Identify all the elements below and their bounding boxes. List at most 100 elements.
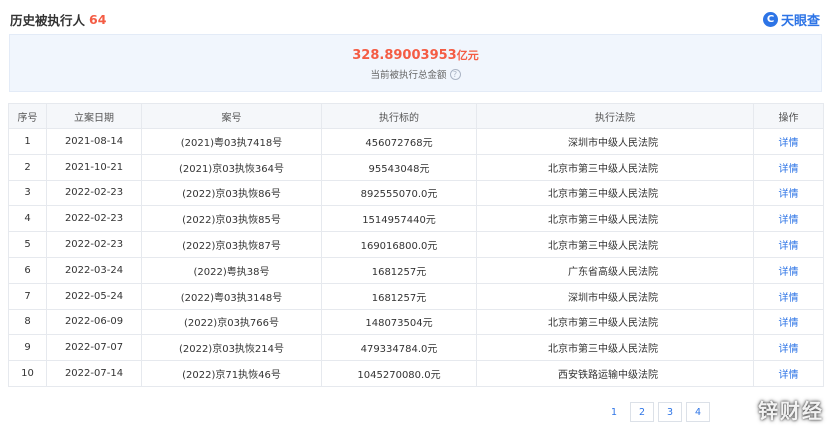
- cell-no: 8: [8, 308, 47, 336]
- cell-date: 2022-07-14: [46, 360, 142, 387]
- cell-action: 详情: [753, 128, 824, 155]
- cell-amount: 148073504元: [321, 308, 477, 336]
- cell-action: 详情: [753, 360, 824, 387]
- cell-amount: 169016800.0元: [321, 231, 477, 258]
- help-icon[interactable]: ?: [449, 68, 461, 80]
- cell-date: 2022-07-07: [46, 334, 142, 362]
- total-amount-value: 328.89003953: [352, 48, 457, 63]
- cell-case: (2022)京03执恢86号: [141, 179, 322, 207]
- cell-amount: 1681257元: [321, 256, 477, 284]
- cell-court: 北京市第三中级人民法院: [476, 308, 754, 336]
- cell-court: 西安铁路运输中级法院: [476, 360, 754, 387]
- cell-amount: 1681257元: [321, 282, 477, 310]
- table-row: 4 2022-02-23 (2022)京03执恢85号 1514957440元 北京市第…: [8, 205, 824, 233]
- cell-case: (2022)京03执766号: [141, 308, 322, 336]
- col-header-action: 操作: [753, 103, 824, 129]
- cell-action: 详情: [753, 256, 824, 284]
- page-header: 历史被执行人 64 C 天眼查: [10, 8, 820, 30]
- brand-name: 天眼查: [780, 13, 820, 29]
- table-header-row: 序号 立案日期 案号 执行标的 执行法院 操作: [8, 103, 824, 129]
- cell-action: 详情: [753, 334, 824, 362]
- cell-amount: 1045270080.0元: [321, 360, 477, 387]
- cell-no: 7: [8, 282, 47, 310]
- detail-link[interactable]: 详情: [779, 189, 799, 200]
- total-amount-unit: 亿元: [456, 49, 479, 62]
- history-executee-table: 序号 立案日期 案号 执行标的 执行法院 操作 1 2021-08-14 (2021…: [8, 103, 824, 387]
- cell-no: 4: [8, 205, 47, 233]
- cell-court: 深圳市中级人民法院: [476, 282, 754, 310]
- col-header-court: 执行法院: [476, 103, 754, 129]
- cell-action: 详情: [753, 153, 824, 181]
- detail-link[interactable]: 详情: [779, 344, 799, 355]
- cell-court: 北京市第三中级人民法院: [476, 231, 754, 258]
- detail-link[interactable]: 详情: [779, 267, 799, 278]
- cell-case: (2022)京03执恢214号: [141, 334, 322, 362]
- table-row: 9 2022-07-07 (2022)京03执恢214号 479334784.0元 北京…: [8, 334, 824, 362]
- table-row: 5 2022-02-23 (2022)京03执恢87号 169016800.0元 北京市…: [8, 231, 824, 258]
- cell-date: 2022-06-09: [46, 308, 142, 336]
- cell-court: 北京市第三中级人民法院: [476, 153, 754, 181]
- cell-case: (2022)粤执38号: [141, 256, 322, 284]
- col-header-date: 立案日期: [46, 103, 142, 129]
- cell-action: 详情: [753, 179, 824, 207]
- cell-no: 5: [8, 231, 47, 258]
- cell-case: (2022)京03执恢87号: [141, 231, 322, 258]
- cell-no: 6: [8, 256, 47, 284]
- cell-amount: 479334784.0元: [321, 334, 477, 362]
- cell-no: 9: [8, 334, 47, 362]
- detail-link[interactable]: 详情: [779, 318, 799, 329]
- table-row: 3 2022-02-23 (2022)京03执恢86号 892555070.0元 北京市…: [8, 179, 824, 207]
- cell-action: 详情: [753, 308, 824, 336]
- cell-court: 北京市第三中级人民法院: [476, 179, 754, 207]
- col-header-amount: 执行标的: [321, 103, 477, 129]
- cell-court: 广东省高级人民法院: [476, 256, 754, 284]
- cell-court: 深圳市中级人民法院: [476, 128, 754, 155]
- page-button-1[interactable]: 1: [602, 402, 626, 422]
- brand-logo[interactable]: C 天眼查: [762, 10, 820, 29]
- cell-court: 北京市第三中级人民法院: [476, 205, 754, 233]
- table-row: 6 2022-03-24 (2022)粤执38号 1681257元 广东省高级人民法院 详…: [8, 256, 824, 284]
- cell-case: (2021)粤03执7418号: [141, 128, 322, 155]
- cell-date: 2022-02-23: [46, 231, 142, 258]
- cell-action: 详情: [753, 231, 824, 258]
- table-body: 1 2021-08-14 (2021)粤03执7418号 456072768元 深圳市中…: [8, 128, 824, 387]
- cell-date: 2022-03-24: [46, 256, 142, 284]
- cell-court: 北京市第三中级人民法院: [476, 334, 754, 362]
- table-row: 8 2022-06-09 (2022)京03执766号 148073504元 北京市第三…: [8, 308, 824, 336]
- col-header-no: 序号: [8, 103, 47, 129]
- cell-no: 1: [8, 128, 47, 155]
- cell-case: (2022)京03执恢85号: [141, 205, 322, 233]
- table-row: 10 2022-07-14 (2022)京71执恢46号 1045270080.0元西…: [8, 360, 824, 387]
- cell-date: 2021-08-14: [46, 128, 142, 155]
- cell-no: 3: [8, 179, 47, 207]
- page-button-4[interactable]: 4: [686, 402, 710, 422]
- total-amount: 328.89003953亿元: [10, 47, 821, 63]
- tianyancha-logo-icon: C: [762, 11, 778, 27]
- cell-action: 详情: [753, 282, 824, 310]
- detail-link[interactable]: 详情: [779, 293, 799, 304]
- total-amount-panel: 328.89003953亿元 当前被执行总金额 ?: [9, 34, 822, 92]
- detail-link[interactable]: 详情: [779, 241, 799, 252]
- detail-link[interactable]: 详情: [779, 164, 799, 175]
- page-button-3[interactable]: 3: [658, 402, 682, 422]
- cell-case: (2022)京71执恢46号: [141, 360, 322, 387]
- col-header-case: 案号: [141, 103, 322, 129]
- cell-action: 详情: [753, 205, 824, 233]
- record-count: 64: [89, 11, 107, 27]
- page-button-2[interactable]: 2: [630, 402, 654, 422]
- detail-link[interactable]: 详情: [779, 138, 799, 149]
- section-title-text: 历史被执行人: [10, 12, 86, 28]
- cell-date: 2021-10-21: [46, 153, 142, 181]
- cell-case: (2021)京03执恢364号: [141, 153, 322, 181]
- pagination: 1 2 3 4: [602, 402, 710, 422]
- table-row: 1 2021-08-14 (2021)粤03执7418号 456072768元 深圳市中…: [8, 128, 824, 155]
- cell-amount: 1514957440元: [321, 205, 477, 233]
- detail-link[interactable]: 详情: [779, 215, 799, 226]
- cell-date: 2022-02-23: [46, 205, 142, 233]
- cell-amount: 892555070.0元: [321, 179, 477, 207]
- total-amount-label-text: 当前被执行总金额: [370, 70, 447, 81]
- watermark-logo: 锌财经: [758, 399, 824, 423]
- table-row: 2 2021-10-21 (2021)京03执恢364号 95543048元 北京市第三…: [8, 153, 824, 181]
- detail-link[interactable]: 详情: [779, 370, 799, 381]
- cell-date: 2022-05-24: [46, 282, 142, 310]
